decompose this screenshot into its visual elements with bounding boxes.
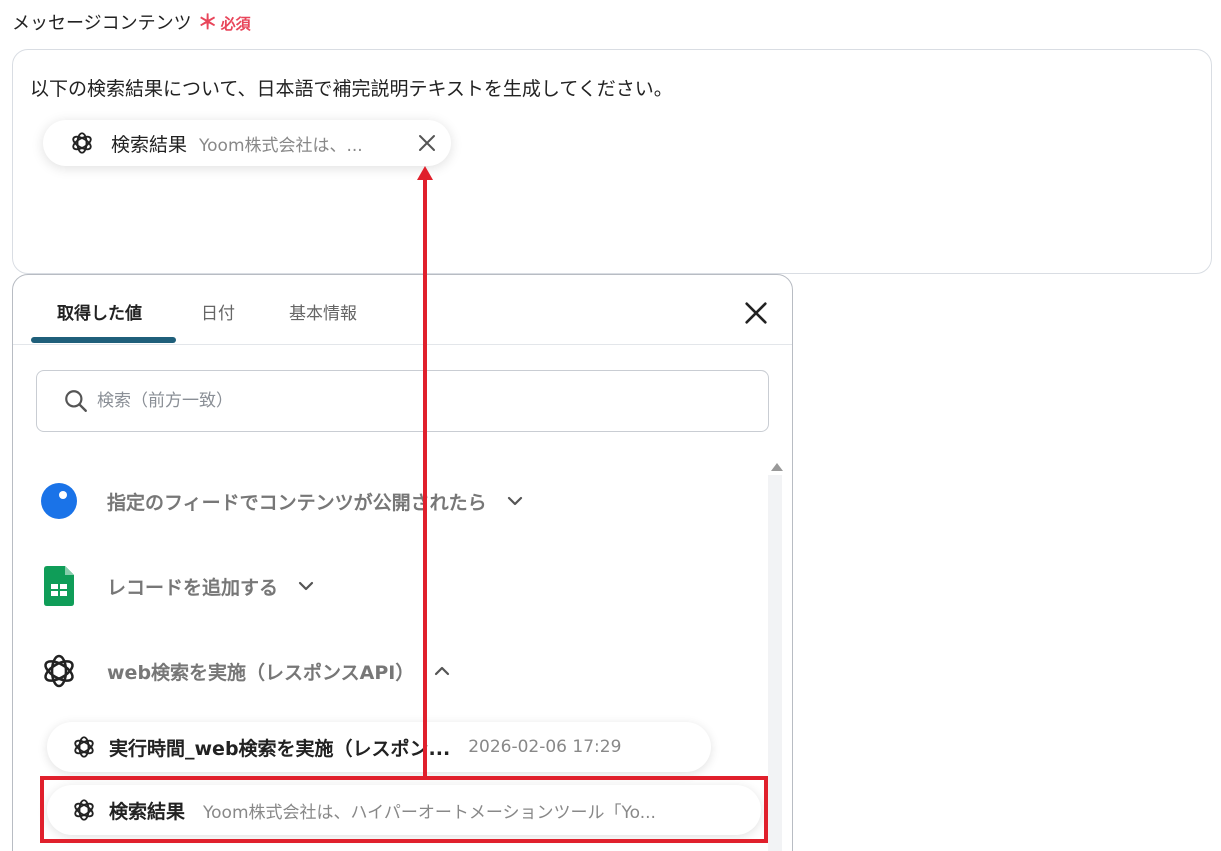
- field-label: メッセージコンテンツ ＊ 必須: [12, 6, 251, 35]
- rss-feed-icon: [39, 481, 79, 521]
- tab-basic-info[interactable]: 基本情報: [289, 299, 357, 324]
- openai-icon: [39, 651, 79, 691]
- chevron-up-icon[interactable]: [432, 661, 452, 681]
- variable-chip[interactable]: 検索結果 Yoom株式会社は、...: [43, 120, 451, 166]
- chip-remove-icon[interactable]: [415, 131, 439, 155]
- group-label-add-record: レコードを追加する: [107, 576, 279, 599]
- tab-date[interactable]: 日付: [201, 299, 235, 324]
- close-icon[interactable]: [742, 299, 770, 327]
- message-content-input[interactable]: 以下の検索結果について、日本語で補完説明テキストを生成してください。 検索結果 …: [12, 49, 1212, 274]
- chip-name: 検索結果: [111, 133, 188, 156]
- openai-icon: [74, 736, 94, 758]
- message-text[interactable]: 以下の検索結果について、日本語で補完説明テキストを生成してください。: [30, 74, 673, 101]
- group-label-feed: 指定のフィードでコンテンツが公開されたら: [107, 491, 487, 514]
- search-icon: [65, 390, 87, 412]
- active-tab-indicator: [31, 337, 176, 343]
- google-sheets-icon: [39, 566, 79, 606]
- chip-value: Yoom株式会社は、...: [199, 135, 363, 156]
- field-label-text: メッセージコンテンツ: [12, 13, 192, 34]
- chevron-down-icon[interactable]: [296, 576, 316, 596]
- openai-icon: [72, 132, 92, 154]
- list-item[interactable]: 実行時間_web検索を実施（レスポン... 2026-02-06 17:29: [47, 722, 711, 772]
- group-label-web-search: web検索を実施（レスポンスAPI）: [107, 661, 415, 684]
- scroll-up-arrow-icon[interactable]: [771, 463, 783, 471]
- item-name: 実行時間_web検索を実施（レスポン...: [109, 737, 451, 760]
- annotation-arrow-line: [423, 178, 427, 778]
- chevron-down-icon[interactable]: [505, 491, 525, 511]
- item-value: 2026-02-06 17:29: [468, 737, 622, 757]
- group-feed-trigger[interactable]: 指定のフィードでコンテンツが公開されたら: [39, 481, 525, 521]
- search-input[interactable]: [97, 391, 697, 411]
- search-field[interactable]: [36, 370, 769, 432]
- value-picker-panel: 取得した値 日付 基本情報 指定のフィードでコンテンツが公開されたら: [12, 274, 793, 851]
- group-web-search[interactable]: web検索を実施（レスポンスAPI）: [39, 651, 452, 691]
- annotation-highlight-box: [40, 776, 768, 843]
- scrollbar-track[interactable]: [768, 475, 782, 851]
- required-badge: 必須: [220, 15, 251, 33]
- required-star: ＊: [197, 10, 218, 34]
- group-add-record[interactable]: レコードを追加する: [39, 566, 316, 606]
- annotation-arrow-head-icon: [417, 166, 433, 180]
- tab-acquired-values[interactable]: 取得した値: [57, 299, 142, 324]
- picker-tabs: 取得した値 日付 基本情報: [13, 275, 792, 345]
